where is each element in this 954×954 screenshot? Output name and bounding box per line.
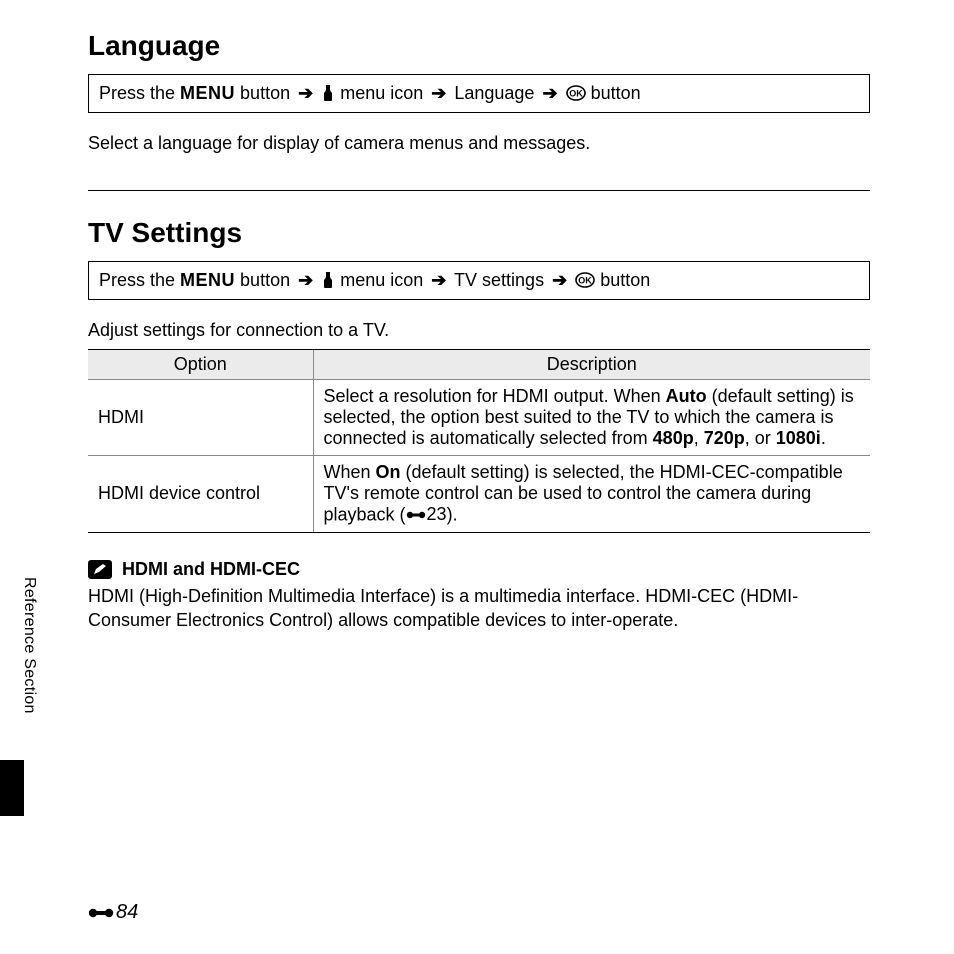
table-header-row: Option Description [88,350,870,380]
nav-text: Press the [99,83,180,103]
setup-menu-icon [321,83,335,103]
note-pencil-icon [88,560,112,579]
tv-settings-description: Adjust settings for connection to a TV. [88,320,870,341]
tv-settings-table: Option Description HDMI Select a resolut… [88,349,870,533]
arrow-icon: ➔ [431,270,446,290]
heading-language: Language [88,30,870,62]
section-divider [88,190,870,191]
arrow-icon: ➔ [298,83,313,103]
svg-text:OK: OK [569,89,583,99]
manual-page: Reference Section Language Press the MEN… [0,0,954,954]
side-tab: Reference Section [20,577,50,745]
nav-text: menu icon [335,270,428,290]
description-cell: Select a resolution for HDMI output. Whe… [313,380,870,456]
side-thumb-tab [0,760,24,816]
arrow-icon: ➔ [298,270,313,290]
page-number: 84 [116,901,138,924]
note-title-text: HDMI and HDMI-CEC [122,559,300,580]
menu-button-label: MENU [180,83,235,103]
page-footer: 84 [88,901,138,924]
reference-icon [406,509,426,521]
page-cross-ref: 23 [406,504,447,525]
heading-tv-settings: TV Settings [88,217,870,249]
language-description: Select a language for display of camera … [88,133,870,154]
table-row: HDMI device control When On (default set… [88,456,870,533]
arrow-icon: ➔ [542,83,557,103]
option-cell: HDMI [88,380,313,456]
nav-item: Language [449,83,539,103]
col-header-description: Description [313,350,870,380]
description-cell: When On (default setting) is selected, t… [313,456,870,533]
arrow-icon: ➔ [431,83,446,103]
arrow-icon: ➔ [552,270,567,290]
setup-menu-icon [321,270,335,290]
nav-item: TV settings [449,270,549,290]
svg-text:OK: OK [578,276,592,286]
note-hdmi-cec: HDMI and HDMI-CEC HDMI (High-Definition … [88,559,870,633]
nav-text: button [586,83,641,103]
nav-text: button [235,83,295,103]
option-cell: HDMI device control [88,456,313,533]
menu-button-label: MENU [180,270,235,290]
table-row: HDMI Select a resolution for HDMI output… [88,380,870,456]
col-header-option: Option [88,350,313,380]
ok-button-icon: OK [575,270,595,290]
nav-text: Press the [99,270,180,290]
ok-button-icon: OK [566,83,586,103]
nav-text: menu icon [335,83,428,103]
nav-path-language: Press the MENU button ➔ menu icon ➔ Lang… [88,74,870,113]
nav-text: button [595,270,650,290]
nav-path-tv-settings: Press the MENU button ➔ menu icon ➔ TV s… [88,261,870,300]
reference-section-icon [88,905,114,921]
side-section-label: Reference Section [20,577,38,714]
nav-text: button [235,270,295,290]
note-body-text: HDMI (High-Definition Multimedia Interfa… [88,584,870,633]
